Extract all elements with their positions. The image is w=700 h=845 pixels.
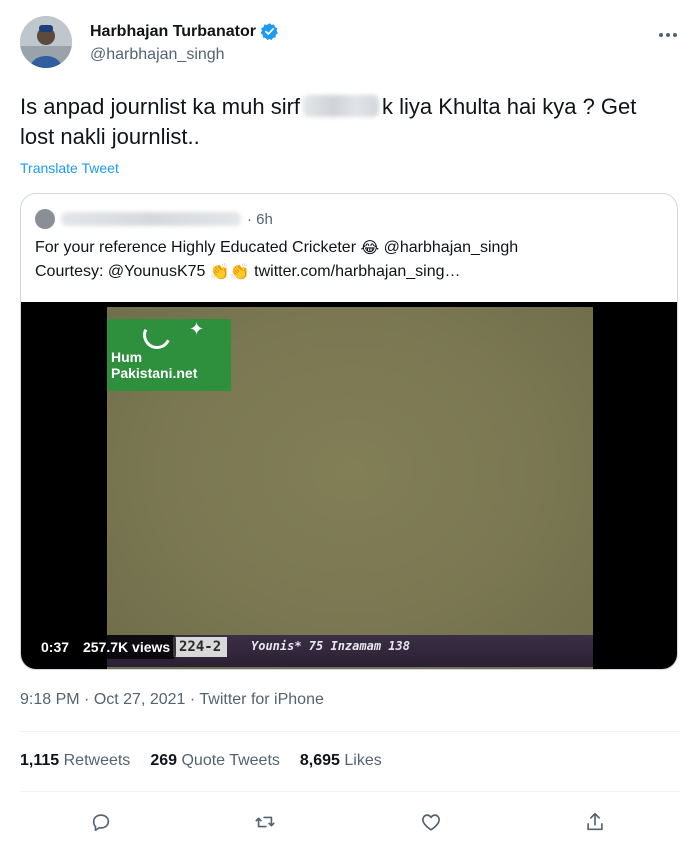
star-icon: ✦ [189, 319, 205, 339]
quote-tweets-stat[interactable]: 269 Quote Tweets [150, 752, 280, 770]
reply-icon[interactable] [84, 805, 118, 839]
quotes-count: 269 [150, 752, 178, 769]
video-frame: ✦ Hum Pakistani.net 224-2 Younis* 75 Inz… [107, 307, 593, 669]
translate-tweet-link[interactable]: Translate Tweet [20, 160, 119, 176]
divider [20, 731, 680, 732]
divider [20, 791, 680, 792]
author-handle[interactable]: @harbhajan_singh [90, 46, 225, 64]
quoted-line-1: For your reference Highly Educated Crick… [35, 236, 665, 260]
logo-text-2: Pakistani.net [111, 365, 198, 381]
quoted-line-2: Courtesy: @YounusK75 👏👏 twitter.com/harb… [35, 260, 665, 284]
tweet-meta: 9:18 PM · Oct 27, 2021 · Twitter for iPh… [20, 691, 324, 709]
share-icon[interactable] [578, 805, 612, 839]
video-duration: 0:37 [35, 635, 76, 659]
tweet-text-part1: Is anpad journlist ka muh sirf [20, 94, 301, 119]
engagement-stats: 1,115 Retweets 269 Quote Tweets 8,695 Li… [20, 752, 382, 770]
mention-link[interactable]: @harbhajan_singh [384, 239, 519, 256]
quotes-label: Quote Tweets [181, 752, 280, 769]
quoted-tweet-header: · 6h [35, 208, 273, 230]
retweets-stat[interactable]: 1,115 Retweets [20, 752, 130, 770]
likes-label: Likes [344, 752, 382, 769]
quoted-tweet-text: For your reference Highly Educated Crick… [35, 236, 665, 284]
quoted-url-link[interactable]: twitter.com/harbhajan_sing… [254, 263, 460, 280]
blurred-word [303, 95, 380, 117]
tweet-date[interactable]: · Oct 27, 2021 [84, 691, 185, 708]
clap-emoji-icon: 👏👏 [209, 264, 250, 281]
tweet-time[interactable]: 9:18 PM [20, 691, 80, 708]
quoted-tweet[interactable]: · 6h For your reference Highly Educated … [20, 193, 678, 670]
quoted-courtesy: Courtesy: @YounusK75 [35, 263, 206, 280]
tweet-source[interactable]: · Twitter for iPhone [190, 691, 324, 708]
joy-emoji-icon: 😂 [360, 240, 380, 257]
display-name[interactable]: Harbhajan Turbanator [90, 23, 256, 41]
likes-count: 8,695 [299, 752, 340, 769]
crescent-icon [139, 317, 175, 353]
like-icon[interactable] [414, 805, 448, 839]
tweet-header: Harbhajan Turbanator @harbhajan_singh [20, 16, 680, 76]
channel-logo: ✦ Hum Pakistani.net [107, 317, 231, 391]
action-bar [0, 805, 700, 839]
verified-badge-icon [260, 22, 279, 41]
retweet-icon[interactable] [248, 805, 282, 839]
retweets-count: 1,115 [20, 752, 60, 769]
score: 224-2 [173, 637, 228, 657]
quoted-author-blurred [61, 212, 241, 226]
quoted-avatar[interactable] [35, 209, 55, 229]
video-views: 257.7K views [77, 635, 177, 659]
avatar[interactable] [20, 16, 72, 68]
tweet-card: Harbhajan Turbanator @harbhajan_singh Is… [0, 0, 700, 845]
tweet-text: Is anpad journlist ka muh sirf k liya Khu… [20, 92, 660, 152]
retweets-label: Retweets [63, 752, 131, 769]
more-icon[interactable] [658, 22, 678, 43]
quoted-time: · 6h [247, 210, 273, 228]
video-player[interactable]: ✦ Hum Pakistani.net 224-2 Younis* 75 Inz… [21, 302, 677, 669]
score-bar: 224-2 Younis* 75 Inzamam 138 [107, 635, 593, 667]
quoted-text: For your reference Highly Educated Crick… [35, 239, 357, 256]
name-row: Harbhajan Turbanator [90, 22, 279, 41]
score-players: Younis* 75 Inzamam 138 [251, 639, 410, 653]
logo-text-1: Hum [111, 349, 143, 365]
likes-stat[interactable]: 8,695 Likes [300, 752, 382, 770]
